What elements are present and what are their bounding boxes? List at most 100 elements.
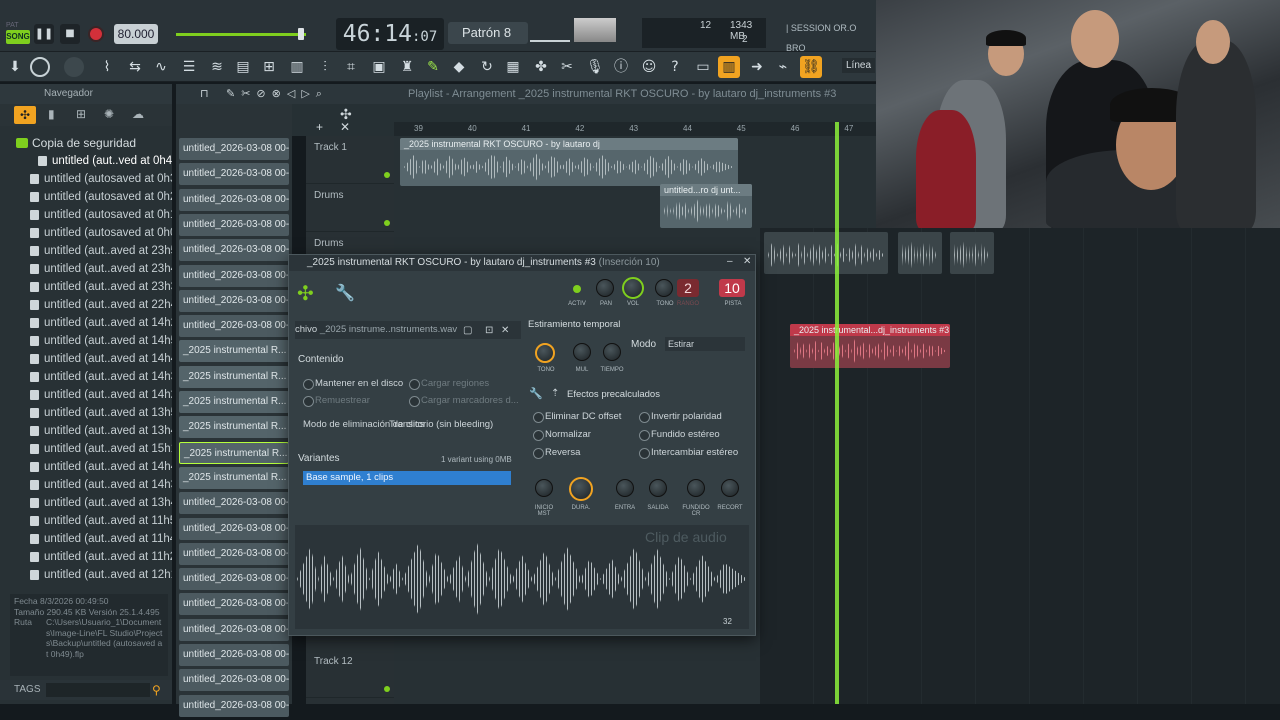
playhead[interactable]	[835, 122, 839, 704]
pattern-item[interactable]: untitled_2026-03-08 00-...	[179, 517, 289, 540]
backup-file-item[interactable]: untitled (aut..aved at 14h31)	[0, 476, 172, 494]
declick-selector[interactable]: Transitorio (sin bleeding)	[389, 419, 493, 430]
pattern-item[interactable]: untitled_2026-03-08 00-...	[179, 213, 289, 236]
backup-file-item[interactable]: untitled (aut..aved at 14h27)	[0, 386, 172, 404]
pattern-item[interactable]: _2025 instrumental R...	[179, 365, 289, 388]
pattern-item[interactable]: _2025 instrumental R...	[179, 441, 289, 464]
volume-knob[interactable]	[622, 277, 644, 299]
pattern-item[interactable]: untitled_2026-03-08 00-...	[179, 593, 289, 616]
backup-folder[interactable]: Copia de seguridad	[0, 134, 172, 152]
master-volume-handle[interactable]	[298, 28, 304, 40]
add-track-icon[interactable]: +	[316, 120, 323, 134]
track-led[interactable]	[384, 172, 390, 178]
backup-file-item[interactable]: untitled (aut..aved at 23h35)	[0, 278, 172, 296]
backup-file-item[interactable]: untitled (autosaved at 0h07)	[0, 224, 172, 242]
track-number-box[interactable]: 10	[719, 279, 745, 297]
stretch-time-knob[interactable]	[603, 343, 621, 361]
snap-selector[interactable]: Línea	[842, 58, 876, 73]
resample-option[interactable]: Remuestrear	[303, 395, 370, 407]
range-box[interactable]: 2	[677, 279, 699, 297]
search-icon[interactable]: ⚲	[152, 680, 161, 700]
backup-file-item[interactable]: untitled (aut..aved at 11h56)	[0, 512, 172, 530]
audio-clip[interactable]: _2025 instrumental RKT OSCURO - by lauta…	[400, 138, 738, 186]
stretch-pitch-knob[interactable]	[535, 343, 555, 363]
backup-file-item[interactable]: untitled (aut..aved at 13h59)	[0, 404, 172, 422]
window-icon[interactable]: ▭	[692, 56, 714, 78]
plugin-picker-icon[interactable]: ♜	[396, 56, 418, 78]
sample-waveform-panel[interactable]: Clip de audio 32	[295, 525, 749, 629]
normalize-option[interactable]: Normalizar	[533, 429, 591, 441]
swap-stereo-option[interactable]: Intercambiar estéreo	[639, 447, 738, 459]
piano-roll-icon[interactable]: ⊞	[258, 56, 280, 78]
pattern-item[interactable]: untitled_2026-03-08 00-...	[179, 188, 289, 211]
draw-icon[interactable]: ⌁	[772, 56, 794, 78]
timeline-ruler[interactable]: 39 40 41 42 43 44 45 46 47	[394, 122, 876, 136]
song-mode-button[interactable]: SONG	[6, 30, 30, 44]
crossfade-knob[interactable]	[687, 479, 705, 497]
pattern-item[interactable]: untitled_2026-03-08 00-...	[179, 492, 289, 515]
pattern-item[interactable]: _2025 instrumental R...	[179, 416, 289, 439]
minimize-icon[interactable]: –	[727, 256, 733, 267]
pitch-knob[interactable]	[655, 279, 673, 297]
channel-rack-icon[interactable]: ▥	[286, 56, 308, 78]
all-tab-icon[interactable]: ✣	[14, 106, 36, 124]
pattern-item[interactable]: untitled_2026-03-08 00-...	[179, 694, 289, 717]
link-icon[interactable]: ⛓	[800, 56, 822, 78]
trim-knob[interactable]	[721, 479, 739, 497]
playlist-icon[interactable]: ▤	[232, 56, 254, 78]
files-tab-icon[interactable]: ▮	[48, 107, 55, 121]
arrow-right-icon[interactable]: ➜	[746, 56, 768, 78]
fade-out-knob[interactable]	[649, 479, 667, 497]
tag-icon[interactable]: ◆	[448, 56, 470, 78]
disk-icon[interactable]: ▦	[502, 56, 524, 78]
keep-on-disk-option[interactable]: Mantener en el disco	[303, 378, 403, 390]
loop-record-icon[interactable]: ☰	[178, 56, 200, 78]
track-header[interactable]: Track 1	[306, 136, 394, 184]
precalc-arrow-icon[interactable]: ⇡	[551, 388, 559, 399]
selected-file[interactable]: untitled (aut..ved at 0h49)	[0, 152, 172, 170]
close-icon[interactable]: ✕	[743, 256, 751, 267]
cloud-tab-icon[interactable]: ☁	[132, 107, 144, 121]
scale-icon[interactable]: ≋	[206, 56, 228, 78]
load-markers-option[interactable]: Cargar marcadores d...	[409, 395, 519, 407]
connect-icon[interactable]: ✤	[530, 56, 552, 78]
backup-file-item[interactable]: untitled (aut..aved at 14h37)	[0, 368, 172, 386]
track-led[interactable]	[384, 220, 390, 226]
tag-search-input[interactable]	[46, 683, 150, 697]
pattern-item[interactable]: untitled_2026-03-08 00-...	[179, 239, 289, 262]
pattern-item[interactable]: _2025 instrumental R...	[179, 340, 289, 363]
microphone-icon[interactable]: 🎙	[584, 56, 606, 78]
tools-icon[interactable]: ✎	[422, 56, 444, 78]
help-icon[interactable]: ?	[664, 56, 686, 78]
tempo-display[interactable]: 80.000	[114, 24, 158, 44]
audio-clip[interactable]	[950, 232, 994, 274]
wait-input-icon[interactable]	[64, 57, 84, 77]
start-knob[interactable]	[535, 479, 553, 497]
backup-file-item[interactable]: untitled (autosaved at 0h28)	[0, 188, 172, 206]
length-knob[interactable]	[569, 477, 593, 501]
folder-open-icon[interactable]: ▢	[463, 325, 472, 336]
blend-notes-icon[interactable]: ∿	[150, 56, 172, 78]
reverse-option[interactable]: Reversa	[533, 447, 580, 459]
backup-file-item[interactable]: untitled (aut..aved at 14h43)	[0, 458, 172, 476]
backup-file-item[interactable]: untitled (aut..aved at 14h59)	[0, 332, 172, 350]
pattern-item[interactable]: untitled_2026-03-08 00-...	[179, 568, 289, 591]
backup-file-item[interactable]: untitled (aut..aved at 13h49)	[0, 422, 172, 440]
backup-file-item[interactable]: untitled (aut..aved at 11h41)	[0, 530, 172, 548]
pattern-item[interactable]: untitled_2026-03-08 00-...	[179, 264, 289, 287]
pattern-item[interactable]: untitled_2026-03-08 00-...	[179, 315, 289, 338]
pin-icon[interactable]: ⊡	[485, 325, 493, 336]
playlist-tools-icon[interactable]: ✎✂⊘⊗◁▷⌕	[226, 84, 328, 104]
refresh-icon[interactable]: ↻	[476, 56, 498, 78]
stop-button[interactable]: ■	[60, 24, 80, 44]
backup-file-item[interactable]: untitled (aut..aved at 23h56)	[0, 242, 172, 260]
audio-clip[interactable]	[898, 232, 942, 274]
pan-knob[interactable]	[596, 279, 614, 297]
plugins-tab-icon[interactable]: ✺	[104, 107, 114, 121]
remove-dc-option[interactable]: Eliminar DC offset	[533, 411, 621, 423]
backup-file-item[interactable]: untitled (autosaved at 0h17)	[0, 206, 172, 224]
cut-icon[interactable]: ✂	[556, 56, 578, 78]
dialog-titlebar[interactable]: _2025 instrumental RKT OSCURO - by lauta…	[289, 255, 755, 271]
file-name[interactable]: _2025 instrume..nstruments.wav	[320, 324, 457, 335]
stretch-mul-knob[interactable]	[573, 343, 591, 361]
